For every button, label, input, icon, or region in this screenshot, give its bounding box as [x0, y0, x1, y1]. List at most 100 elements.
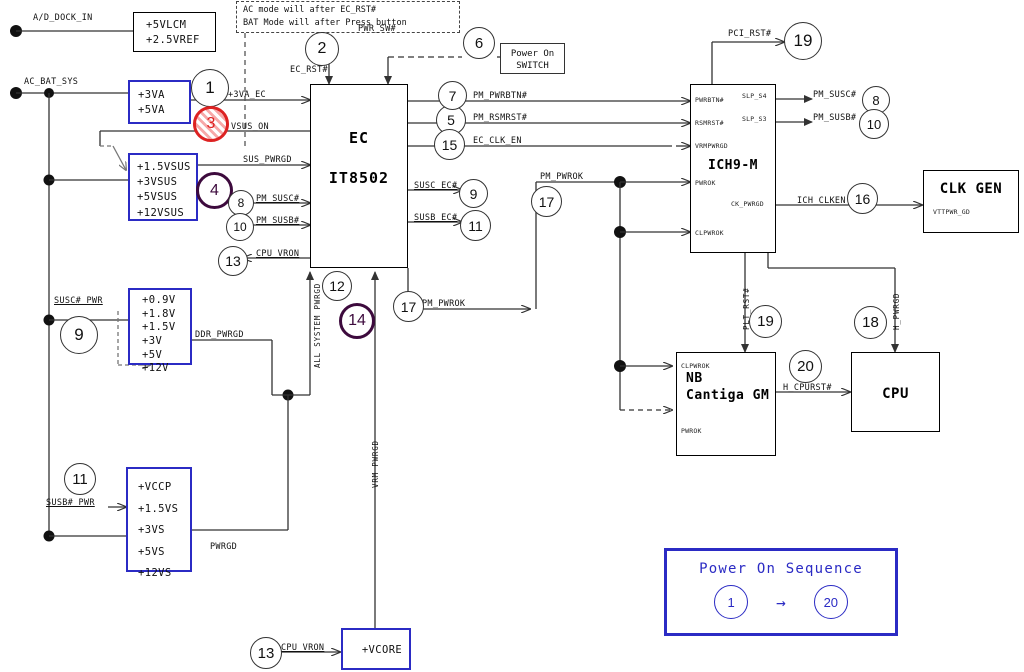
step-circle-14[interactable]: 14 [339, 303, 375, 339]
signal-cpu-vron-bottom: CPU_VRON [281, 643, 325, 653]
system-rail-1: +1.8V [142, 307, 176, 320]
signal-ec-clk-en: EC_CLK_EN [473, 136, 522, 146]
signal-pci-rst: PCI_RST# [728, 29, 772, 39]
signal-susc-pwr: SUSC#_PWR [54, 296, 103, 306]
vcore-label: +VCORE [361, 644, 403, 656]
ich9m-title: ICH9-M [708, 158, 758, 173]
mode-note-line2: BAT Mode will after Press button [243, 17, 407, 28]
step-circle-20[interactable]: 20 [789, 350, 822, 383]
clkgen-pin-vttpwr-gd: VTTPWR_GD [933, 208, 971, 216]
schematic-canvas: AC mode will after EC_RST# BAT Mode will… [0, 0, 1024, 672]
step-circle-7[interactable]: 7 [438, 81, 467, 110]
system-rail-2: +1.5V [142, 321, 176, 334]
ich-pin-ck-pwrgd: CK_PWRGD [731, 200, 764, 208]
system-rail-box[interactable]: +0.9V +1.8V +1.5V +3V +5V +12V [128, 288, 192, 374]
vccp-rail-0: +VCCP [138, 481, 172, 493]
step-circle-15[interactable]: 15 [434, 129, 465, 160]
system-rail-4: +5V [142, 348, 163, 361]
step-circle-16[interactable]: 16 [847, 183, 878, 214]
signal-pm-susb-in: PM_SUSB# [256, 216, 300, 226]
nb-line2: Cantiga GM [686, 388, 770, 403]
cpu-block[interactable]: CPU [851, 352, 940, 432]
clock-generator[interactable]: CLK GEN VTTPWR_GD [923, 170, 1019, 233]
lcm-rail-1: +2.5VREF [146, 34, 200, 47]
mode-note-line1: AC mode will after EC_RST# [243, 5, 377, 15]
system-rail-0: +0.9V [142, 294, 176, 306]
ich-pin-slp-s3: SLP_S3 [742, 115, 767, 123]
legend-title: Power On Sequence [699, 561, 863, 577]
step-circle-9-left[interactable]: 9 [60, 316, 98, 354]
clkgen-title: CLK GEN [939, 181, 1003, 197]
ec-title: EC [348, 129, 370, 147]
ich-pin-clpwrok: CLPWROK [695, 229, 724, 237]
lcm-rail-0: +5VLCM [146, 19, 187, 31]
ich-pin-slp-s4: SLP_S4 [742, 92, 767, 100]
ich-pin-vrmpwrgd: VRMPWRGD [695, 142, 728, 150]
step-circle-9-right[interactable]: 9 [459, 179, 488, 208]
ec-controller[interactable]: EC IT8502 [310, 84, 408, 268]
step-circle-6[interactable]: 6 [463, 27, 495, 59]
step-circle-2[interactable]: 2 [305, 32, 339, 66]
va-rail-0: +3VA [138, 89, 165, 101]
step-circle-19-pci[interactable]: 19 [784, 22, 822, 60]
signal-h-cpurst: H_CPURST# [783, 383, 832, 393]
vsus-rail-3: +12VSUS [137, 206, 185, 219]
step-circle-13-top[interactable]: 13 [218, 246, 248, 276]
vsus-rail-0: +1.5VSUS [137, 161, 191, 173]
signal-h-pwrgd: H_PWRGD [892, 292, 901, 330]
mode-note: AC mode will after EC_RST# BAT Mode will… [236, 1, 460, 33]
power-switch-line2: SWITCH [516, 61, 549, 72]
step-circle-17-ec[interactable]: 17 [393, 291, 424, 322]
signal-susc-ec: SUSC_EC# [414, 181, 458, 191]
step-circle-11-left[interactable]: 11 [64, 463, 96, 495]
signal-sus-pwrgd: SUS_PWRGD [243, 155, 292, 165]
signal-vrm-pwrgd: VRM PWRGD [371, 440, 380, 488]
step-circle-10-right[interactable]: 10 [859, 109, 889, 139]
vccp-rail-4: +12VS [138, 567, 172, 580]
signal-cpu-vron-ec: CPU_VRON [256, 249, 300, 259]
vccp-rail-1: +1.5VS [138, 502, 179, 515]
legend-first-step: 1 [714, 585, 749, 619]
ich-pin-rsmrst: RSMRST# [695, 119, 724, 127]
power-on-switch[interactable]: Power On SWITCH [500, 43, 565, 74]
signal-ich-clken: ICH_CLKEN [797, 196, 846, 206]
step-circle-1[interactable]: 1 [191, 69, 229, 107]
ich-pin-pwrok: PWROK [695, 179, 716, 187]
power-switch-line1: Power On [510, 49, 555, 59]
nb-line1: NB [686, 371, 703, 386]
signal-pwrgd: PWRGD [210, 542, 238, 552]
step-circle-18[interactable]: 18 [854, 306, 887, 339]
legend-arrow-icon: → [776, 592, 786, 612]
step-circle-17-bus[interactable]: 17 [531, 186, 562, 217]
va-rail-box[interactable]: +3VA +5VA [128, 80, 191, 124]
system-rail-3: +3V [142, 334, 163, 347]
signal-pm-susb-out: PM_SUSB# [813, 113, 857, 123]
va-rail-1: +5VA [138, 104, 165, 117]
step-circle-12[interactable]: 12 [322, 271, 352, 301]
nb-pin-pwrok: PWROK [681, 427, 702, 435]
vccp-rail-3: +5VS [138, 545, 165, 558]
step-circle-10-left[interactable]: 10 [226, 213, 254, 241]
step-circle-11-right[interactable]: 11 [460, 210, 491, 241]
signal-pm-pwrbtn: PM_PWRBTN# [473, 91, 528, 101]
vsus-rail-box[interactable]: +1.5VSUS +3VSUS +5VSUS +12VSUS [128, 153, 198, 221]
ec-part-number: IT8502 [328, 169, 390, 187]
step-circle-13-bottom[interactable]: 13 [250, 637, 282, 669]
ich-pin-pwrbtn: PWRBTN# [695, 96, 724, 104]
vccp-rail-2: +3VS [138, 524, 165, 537]
cpu-label: CPU [882, 386, 909, 402]
vcore-box[interactable]: +VCORE [341, 628, 411, 670]
step-circle-3[interactable]: 3 [193, 106, 229, 142]
system-rail-5: +12V [142, 362, 169, 375]
step-circle-19-plt[interactable]: 19 [749, 305, 782, 338]
signal-ec-rst: EC_RST# [290, 65, 328, 75]
signal-pm-rsmrst: PM_RSMRST# [473, 113, 528, 123]
signal-all-system-pwrgd: ALL SYSTEM PWRGD [313, 282, 322, 368]
vsus-rail-1: +3VSUS [137, 176, 178, 189]
ich9m-southbridge[interactable]: ICH9-M [690, 84, 776, 253]
vccp-rail-box[interactable]: +VCCP +1.5VS +3VS +5VS +12VS [126, 467, 192, 579]
signal-ac-bat-sys: AC_BAT_SYS [24, 77, 79, 87]
signal-pwr-sw: PWR_SW# [358, 24, 396, 34]
signal-susb-pwr: SUSB#_PWR [46, 498, 95, 508]
lcm-rail-box[interactable]: +5VLCM +2.5VREF [133, 12, 216, 52]
